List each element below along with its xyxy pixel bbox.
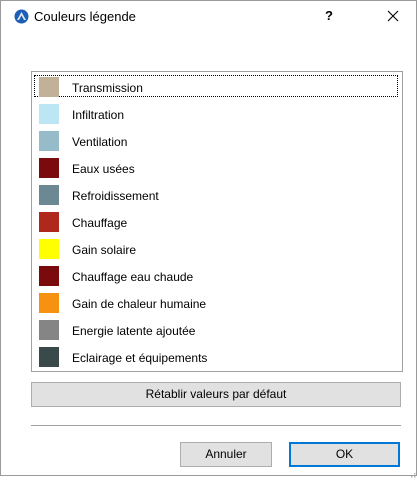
close-icon	[379, 10, 407, 32]
ok-button[interactable]: OK	[289, 442, 400, 467]
legend-item-label: Gain solaire	[72, 243, 137, 257]
legend-colors-dialog: Couleurs légende ? Transmission Infiltrat…	[0, 0, 417, 478]
legend-item[interactable]: Chauffage eau chaude	[32, 263, 402, 289]
legend-item[interactable]: Ventilation	[32, 128, 402, 154]
cancel-button[interactable]: Annuler	[180, 442, 272, 467]
color-swatch[interactable]	[39, 212, 59, 232]
legend-item[interactable]: Transmission	[32, 74, 402, 100]
color-swatch[interactable]	[39, 347, 59, 367]
legend-item[interactable]: Gain de chaleur humaine	[32, 290, 402, 316]
color-swatch[interactable]	[39, 320, 59, 340]
color-swatch[interactable]	[39, 185, 59, 205]
legend-color-list[interactable]: Transmission Infiltration Ventilation Eaux …	[31, 71, 403, 372]
color-swatch[interactable]	[39, 266, 59, 286]
title-bar: Couleurs légende ?	[1, 1, 416, 31]
archicad-icon	[14, 9, 29, 24]
close-button[interactable]	[379, 3, 407, 29]
legend-item-label: Eclairage et équipements	[72, 351, 208, 365]
legend-item-label: Energie latente ajoutée	[72, 324, 196, 338]
legend-item-label: Chauffage eau chaude	[72, 270, 194, 284]
legend-item[interactable]: Chauffage	[32, 209, 402, 235]
color-swatch[interactable]	[39, 77, 59, 97]
legend-item-label: Eaux usées	[72, 162, 135, 176]
color-swatch[interactable]	[39, 131, 59, 151]
legend-item[interactable]: Eclairage et équipements	[32, 344, 402, 370]
legend-item-label: Chauffage	[72, 216, 128, 230]
color-swatch[interactable]	[39, 158, 59, 178]
window-title: Couleurs légende	[34, 9, 136, 24]
legend-item[interactable]: Eaux usées	[32, 155, 402, 181]
legend-item-label: Ventilation	[72, 135, 128, 149]
color-swatch[interactable]	[39, 239, 59, 259]
legend-item-label: Infiltration	[72, 108, 125, 122]
legend-item-label: Transmission	[72, 81, 143, 95]
legend-item-label: Gain de chaleur humaine	[72, 297, 207, 311]
divider	[31, 425, 401, 426]
legend-item[interactable]: Gain solaire	[32, 236, 402, 262]
legend-item[interactable]: Energie latente ajoutée	[32, 317, 402, 343]
legend-item-label: Refroidissement	[72, 189, 159, 203]
color-swatch[interactable]	[39, 293, 59, 313]
color-swatch[interactable]	[39, 104, 59, 124]
resize-grip-icon[interactable]	[408, 467, 416, 478]
legend-item[interactable]: Infiltration	[32, 101, 402, 127]
help-button[interactable]: ?	[319, 5, 339, 27]
reset-defaults-button[interactable]: Rétablir valeurs par défaut	[31, 382, 401, 407]
legend-item[interactable]: Refroidissement	[32, 182, 402, 208]
